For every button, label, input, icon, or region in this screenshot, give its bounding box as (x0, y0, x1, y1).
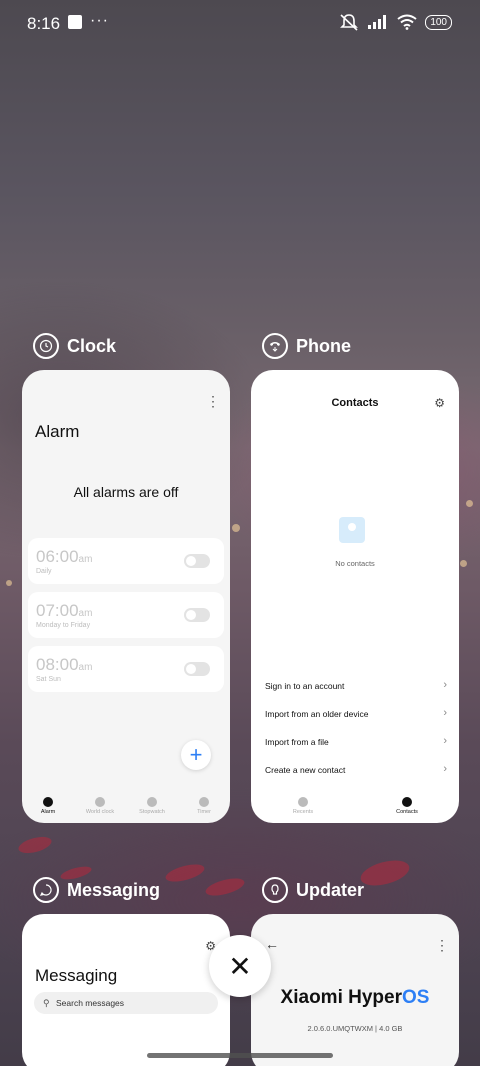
tab-world-clock[interactable]: World clock (74, 789, 126, 823)
alarm-toggle[interactable] (184, 554, 210, 568)
stopwatch-icon (147, 797, 157, 807)
updater-app-header[interactable]: Updater (262, 877, 364, 903)
notification-icon (68, 15, 82, 29)
updater-icon (262, 877, 288, 903)
create-contact-item[interactable]: Create a new contact › (265, 763, 447, 775)
status-time: 8:16 (27, 14, 61, 33)
updater-app-card[interactable]: ← ⋮ Xiaomi HyperOS 2.0.6.0.UMQTWXM | 4.0… (251, 914, 459, 1066)
tab-contacts[interactable]: Contacts (355, 789, 459, 823)
alarm-time: 06:00am (36, 547, 93, 566)
chevron-right-icon: › (443, 707, 447, 719)
clock-bottom-nav: Alarm World clock Stopwatch Timer (22, 789, 230, 823)
more-options-icon[interactable]: ⋮ (435, 938, 449, 952)
tab-recents[interactable]: Recents (251, 789, 355, 823)
phone-app-header[interactable]: Phone (262, 333, 351, 359)
alarm-toggle[interactable] (184, 662, 210, 676)
more-notifications-icon: ··· (90, 12, 109, 29)
timer-icon (199, 797, 209, 807)
alarm-repeat: Monday to Friday (36, 622, 91, 629)
signal-icon (368, 15, 387, 29)
recents-icon (298, 797, 308, 807)
bokeh-light (6, 580, 12, 586)
gear-icon[interactable]: ⚙ (434, 396, 445, 410)
add-alarm-button[interactable]: + (181, 740, 211, 770)
status-bar: 8:16 ··· 100 (0, 0, 480, 48)
messaging-app-header[interactable]: Messaging (33, 877, 160, 903)
messaging-app-name: Messaging (67, 879, 161, 900)
more-options-icon[interactable]: ⋮ (206, 394, 220, 408)
messaging-icon (33, 877, 59, 903)
petal (163, 861, 207, 885)
mute-icon (340, 14, 359, 31)
alarm-toggle[interactable] (184, 608, 210, 622)
import-older-device-item[interactable]: Import from an older device › (265, 707, 447, 719)
alarm-repeat: Daily (36, 568, 52, 575)
alarm-row[interactable]: 07:00am Monday to Friday (28, 592, 224, 638)
petal (358, 855, 412, 891)
contacts-title: Contacts (331, 397, 379, 409)
contact-placeholder-icon (339, 517, 365, 543)
search-messages-input[interactable]: ⚲ Search messages (34, 992, 218, 1014)
petal (203, 875, 247, 899)
alarm-row[interactable]: 06:00am Daily (28, 538, 224, 584)
phone-app-card[interactable]: Contacts ⚙ No contacts Sign in to an acc… (251, 370, 459, 823)
world-clock-icon (95, 797, 105, 807)
messaging-app-card[interactable]: ⚙ Messaging ⚲ Search messages (22, 914, 230, 1066)
phone-bottom-nav: Recents Contacts (251, 789, 459, 823)
updater-app-name: Updater (296, 879, 365, 900)
bokeh-light (232, 524, 240, 532)
clear-all-button[interactable]: ✕ (209, 935, 271, 997)
alarm-repeat: Sat Sun (36, 676, 61, 683)
clock-app-name: Clock (67, 335, 117, 356)
bokeh-light (460, 560, 467, 567)
bokeh-light (466, 500, 473, 507)
version-info: 2.0.6.0.UMQTWXM | 4.0 GB (307, 1024, 403, 1033)
import-file-item[interactable]: Import from a file › (265, 735, 447, 747)
chevron-right-icon: › (443, 735, 447, 747)
alarms-off-message: All alarms are off (73, 484, 179, 500)
alarm-time: 08:00am (36, 655, 93, 674)
tab-timer[interactable]: Timer (178, 789, 230, 823)
tab-stopwatch[interactable]: Stopwatch (126, 789, 178, 823)
phone-app-name: Phone (296, 335, 352, 356)
chevron-right-icon: › (443, 763, 447, 775)
clock-app-card[interactable]: ⋮ Alarm All alarms are off 06:00am Daily… (22, 370, 230, 823)
clock-app-header[interactable]: Clock (33, 333, 116, 359)
clock-icon (33, 333, 59, 359)
phone-icon (262, 333, 288, 359)
alarm-time: 07:00am (36, 601, 93, 620)
alarm-icon (43, 797, 53, 807)
hyperos-logo: Xiaomi HyperOS (280, 987, 430, 1008)
battery-indicator: 100 (425, 14, 452, 30)
no-contacts-message: No contacts (335, 559, 375, 568)
sign-in-account-item[interactable]: Sign in to an account › (265, 679, 447, 691)
home-indicator[interactable] (147, 1053, 333, 1058)
contacts-icon (402, 797, 412, 807)
back-arrow-icon[interactable]: ← (265, 936, 279, 952)
search-icon: ⚲ (43, 998, 50, 1008)
chevron-right-icon: › (443, 679, 447, 691)
petal (16, 833, 54, 857)
alarm-page-title: Alarm (35, 422, 80, 441)
alarm-row[interactable]: 08:00am Sat Sun (28, 646, 224, 692)
tab-alarm[interactable]: Alarm (22, 789, 74, 823)
wifi-icon (397, 14, 417, 30)
messaging-title: Messaging (35, 966, 118, 985)
